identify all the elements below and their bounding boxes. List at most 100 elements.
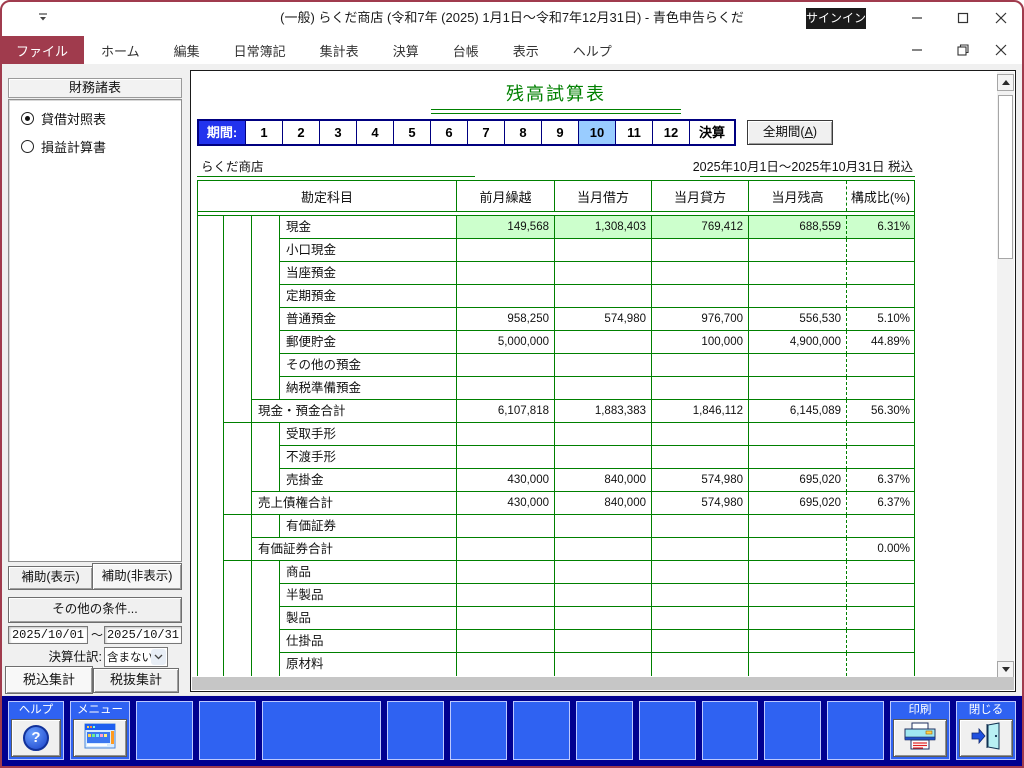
period-cell[interactable]: 1: [245, 121, 282, 144]
report-subheader: らくだ商店 2025年10月1日～2025年10月31日 税込: [197, 156, 915, 178]
table-row[interactable]: 有価証券合計0.00%: [198, 538, 914, 561]
table-row[interactable]: 当座預金: [198, 262, 914, 285]
row-gutter-1: [198, 377, 224, 400]
table-row[interactable]: 定期預金: [198, 285, 914, 308]
table-row[interactable]: 仕掛品: [198, 630, 914, 653]
radio-balance-sheet[interactable]: 貸借対照表: [21, 109, 106, 128]
amount-cell: [748, 538, 846, 561]
mdi-restore-button[interactable]: [948, 38, 978, 62]
row-gutter-1: [198, 308, 224, 331]
period-cell[interactable]: 10: [578, 121, 615, 144]
account-name: 仕掛品: [279, 630, 456, 653]
table-row[interactable]: 売掛金430,000840,000574,980695,0206.37%: [198, 469, 914, 492]
date-from-field[interactable]: 2025/10/01: [8, 626, 88, 644]
other-conditions-button[interactable]: その他の条件...: [8, 597, 182, 623]
table-row[interactable]: 半製品: [198, 584, 914, 607]
sidebar: 財務諸表 貸借対照表損益計算書 補助(表示) 補助(非表示) その他の条件...…: [0, 64, 190, 695]
period-cell[interactable]: 9: [541, 121, 578, 144]
row-gutter-3: [252, 630, 279, 653]
amount-cell: [651, 446, 748, 469]
aux-show-tab[interactable]: 補助(表示): [8, 566, 93, 590]
amount-cell: 100,000: [651, 331, 748, 354]
table-row[interactable]: 商品: [198, 561, 914, 584]
row-gutter-3: [252, 607, 279, 630]
menu-tab[interactable]: 集計表: [303, 36, 376, 64]
menu-tab[interactable]: 決算: [376, 36, 436, 64]
menu-button[interactable]: メニュー: [70, 701, 130, 760]
maximize-button[interactable]: [948, 6, 978, 30]
period-cell[interactable]: 4: [356, 121, 393, 144]
close-window-button[interactable]: 閉じる: [956, 701, 1016, 760]
close-button[interactable]: [986, 6, 1016, 30]
menu-tab[interactable]: 日常簿記: [217, 36, 303, 64]
menu-window-icon: [84, 723, 116, 754]
aux-hide-tab[interactable]: 補助(非表示): [92, 563, 182, 590]
toolbar-cell: [576, 701, 633, 760]
period-cell[interactable]: 3: [319, 121, 356, 144]
all-period-button[interactable]: 全期間(A): [747, 120, 833, 145]
menu-tab[interactable]: ホーム: [84, 36, 157, 64]
period-cell[interactable]: 12: [652, 121, 689, 144]
table-row[interactable]: 現金149,5681,308,403769,412688,5596.31%: [198, 216, 914, 239]
table-row[interactable]: 郵便貯金5,000,000100,0004,900,00044.89%: [198, 331, 914, 354]
account-name: 有価証券: [279, 515, 456, 538]
minimize-button[interactable]: [902, 6, 932, 30]
table-row[interactable]: 原材料: [198, 653, 914, 676]
row-gutter-2: [224, 239, 252, 262]
period-cell[interactable]: 11: [615, 121, 652, 144]
table-row[interactable]: 売上債権合計430,000840,000574,980695,0206.37%: [198, 492, 914, 515]
menu-tab[interactable]: ヘルプ: [556, 36, 629, 64]
amount-cell: [456, 239, 554, 262]
tax-exclusive-tab[interactable]: 税抜集計: [93, 668, 179, 693]
radio-income-statement[interactable]: 損益計算書: [21, 137, 106, 156]
table-row[interactable]: 製品: [198, 607, 914, 630]
closing-entries-dropdown[interactable]: 含まない: [104, 647, 168, 667]
menu-tab[interactable]: 表示: [496, 36, 556, 64]
menu-tab[interactable]: 台帳: [436, 36, 496, 64]
table-row[interactable]: 普通預金958,250574,980976,700556,5305.10%: [198, 308, 914, 331]
vscroll-down-button[interactable]: [997, 661, 1014, 678]
row-gutter-2: [224, 469, 252, 492]
menu-tab[interactable]: ファイル: [0, 36, 84, 64]
table-row[interactable]: 不渡手形: [198, 446, 914, 469]
row-gutter-1: [198, 469, 224, 492]
table-row[interactable]: 受取手形: [198, 423, 914, 446]
row-gutter-2: [224, 538, 252, 561]
period-cell[interactable]: 8: [504, 121, 541, 144]
row-gutter-1: [198, 354, 224, 377]
period-cell[interactable]: 決算: [689, 121, 734, 144]
period-cell[interactable]: 5: [393, 121, 430, 144]
ratio-cell: 6.31%: [846, 216, 914, 239]
row-gutter-2: [224, 607, 252, 630]
vscroll-up-button[interactable]: [997, 74, 1014, 91]
vscroll-thumb[interactable]: [998, 95, 1013, 259]
period-cell[interactable]: 6: [430, 121, 467, 144]
vertical-scrollbar[interactable]: [997, 72, 1014, 678]
help-button[interactable]: ヘルプ ?: [8, 701, 64, 760]
table-row[interactable]: 有価証券: [198, 515, 914, 538]
tax-inclusive-tab[interactable]: 税込集計: [5, 666, 93, 694]
menu-tab[interactable]: 編集: [157, 36, 217, 64]
row-gutter-1: [198, 515, 224, 538]
table-row[interactable]: 現金・預金合計6,107,8181,883,3831,846,1126,145,…: [198, 400, 914, 423]
mdi-close-button[interactable]: [986, 38, 1016, 62]
period-cell[interactable]: 2: [282, 121, 319, 144]
horizontal-scrollbar[interactable]: [192, 677, 1014, 690]
mdi-minimize-button[interactable]: [902, 38, 932, 62]
ratio-cell: 56.30%: [846, 400, 914, 423]
print-button[interactable]: 印刷: [890, 701, 950, 760]
date-to-field[interactable]: 2025/10/31: [104, 626, 182, 644]
row-gutter-1: [198, 285, 224, 308]
table-row[interactable]: 小口現金: [198, 239, 914, 262]
amount-cell: 695,020: [748, 492, 846, 515]
table-row[interactable]: その他の預金: [198, 354, 914, 377]
amount-cell: [554, 262, 651, 285]
table-row[interactable]: 納税準備預金: [198, 377, 914, 400]
amount-cell: [456, 607, 554, 630]
period-cell[interactable]: 7: [467, 121, 504, 144]
account-name: 現金: [279, 216, 456, 239]
signin-button[interactable]: サインイン: [806, 8, 866, 29]
amount-cell: [554, 239, 651, 262]
amount-cell: [748, 423, 846, 446]
amount-cell: [651, 262, 748, 285]
